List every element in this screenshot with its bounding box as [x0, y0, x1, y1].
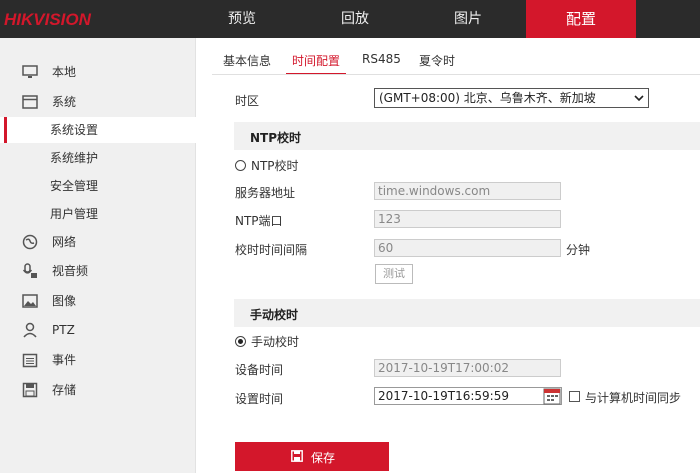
calendar-icon	[22, 353, 38, 368]
timezone-label: 时区	[235, 94, 260, 108]
save-button[interactable]: 保存	[235, 442, 389, 471]
brand-text: HIKVISION	[4, 10, 92, 29]
sidebar-item-system[interactable]: 系统	[0, 89, 196, 115]
tab-dst[interactable]: 夏令时	[419, 52, 455, 74]
top-bar: HIKVISION 预览 回放 图片 配置	[0, 0, 700, 38]
timezone-select[interactable]: (GMT+08:00) 北京、乌鲁木齐、新加坡	[374, 88, 649, 108]
ntp-port-field[interactable]	[374, 210, 561, 228]
nav-preview[interactable]: 预览	[192, 0, 292, 38]
ntp-radio[interactable]	[235, 160, 246, 171]
sidebar-item-label: 网络	[52, 235, 77, 249]
sidebar-item-label: 视音频	[52, 264, 89, 278]
mic-camera-icon	[22, 263, 37, 278]
ntp-port-label: NTP端口	[235, 214, 283, 228]
device-time-label: 设备时间	[235, 363, 284, 377]
sidebar-item-system-maintenance[interactable]: 系统维护	[0, 145, 196, 171]
chevron-down-icon	[634, 95, 644, 102]
ntp-section-header: NTP校时	[234, 122, 700, 150]
tab-basic-info[interactable]: 基本信息	[223, 52, 271, 74]
ptz-user-icon	[23, 322, 37, 338]
sidebar-item-label: PTZ	[52, 323, 75, 337]
sidebar-item-label: 用户管理	[50, 207, 99, 221]
sidebar-item-label: 安全管理	[50, 179, 99, 193]
sidebar-item-storage[interactable]: 存储	[0, 377, 196, 403]
nav-configuration[interactable]: 配置	[526, 0, 636, 38]
nav-playback[interactable]: 回放	[305, 0, 405, 38]
sidebar-item-label: 本地	[52, 65, 77, 79]
brand-logo: HIKVISION	[4, 10, 92, 29]
interval-field[interactable]	[374, 239, 561, 257]
server-address-label: 服务器地址	[235, 186, 296, 200]
sidebar-item-label: 事件	[52, 353, 77, 367]
timezone-value: (GMT+08:00) 北京、乌鲁木齐、新加坡	[379, 91, 596, 105]
tab-rs485[interactable]: RS485	[362, 52, 401, 74]
globe-icon	[22, 234, 38, 250]
tab-divider	[212, 74, 700, 75]
set-time-field[interactable]	[374, 387, 562, 405]
sidebar-item-label: 系统维护	[50, 151, 99, 165]
manual-radio[interactable]	[235, 336, 246, 347]
sidebar-item-label: 系统设置	[50, 123, 99, 137]
sync-computer-time-label: 与计算机时间同步	[585, 391, 682, 405]
sidebar-item-image[interactable]: 图像	[0, 288, 196, 314]
sidebar-item-label: 系统	[52, 95, 77, 109]
device-time-field	[374, 359, 561, 377]
manual-section-title: 手动校时	[250, 308, 299, 322]
nav-picture[interactable]: 图片	[418, 0, 518, 38]
sidebar-item-label: 存储	[52, 383, 77, 397]
sidebar-item-local[interactable]: 本地	[0, 59, 196, 85]
server-address-field[interactable]	[374, 182, 561, 200]
window-icon	[22, 95, 38, 109]
sidebar-item-label: 图像	[52, 294, 77, 308]
monitor-icon	[22, 65, 38, 78]
save-icon	[22, 382, 38, 398]
set-time-label: 设置时间	[235, 392, 284, 406]
sidebar-item-system-settings[interactable]: 系统设置	[0, 117, 196, 143]
sidebar-item-users[interactable]: 用户管理	[0, 201, 196, 227]
calendar-picker-icon[interactable]	[543, 387, 561, 405]
sidebar-item-ptz[interactable]: PTZ	[0, 317, 196, 343]
save-icon	[291, 450, 303, 462]
sidebar-item-event[interactable]: 事件	[0, 347, 196, 373]
interval-label: 校时时间间隔	[235, 243, 308, 257]
ntp-section-title: NTP校时	[250, 131, 302, 145]
sidebar-item-security[interactable]: 安全管理	[0, 173, 196, 199]
sync-computer-time-checkbox[interactable]	[569, 391, 580, 402]
tab-time-settings[interactable]: 时间配置	[285, 52, 347, 75]
sidebar: 本地 系统 系统设置 系统维护 安全管理 用户管理 网络 视音频 图像 PTZ …	[0, 38, 196, 473]
manual-section-header: 手动校时	[234, 299, 700, 327]
image-icon	[22, 294, 38, 308]
test-button[interactable]: 测试	[375, 264, 413, 284]
save-button-label: 保存	[311, 451, 336, 465]
sidebar-item-network[interactable]: 网络	[0, 229, 196, 255]
ntp-radio-label: NTP校时	[251, 159, 299, 173]
manual-radio-label: 手动校时	[251, 335, 300, 349]
interval-unit: 分钟	[566, 243, 591, 257]
sidebar-item-video-audio[interactable]: 视音频	[0, 258, 196, 284]
